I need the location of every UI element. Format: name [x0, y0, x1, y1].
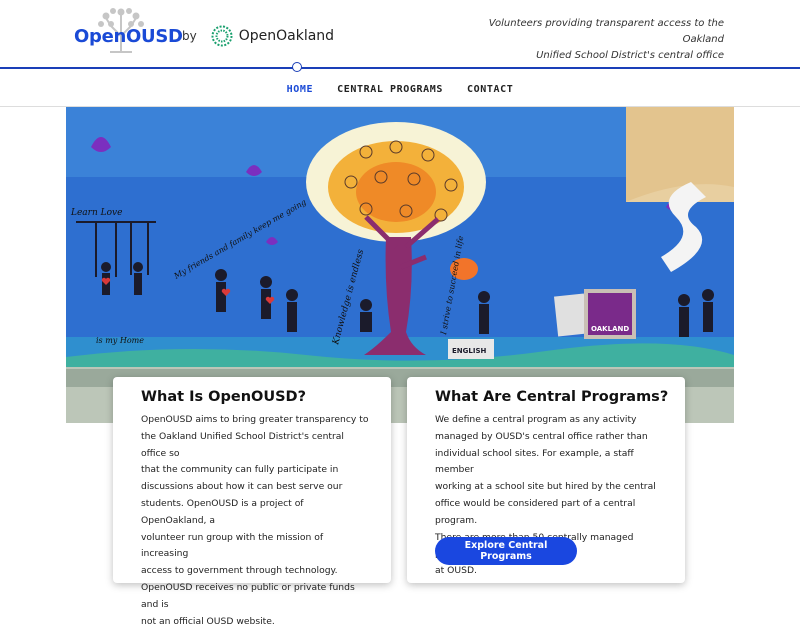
nav-home[interactable]: HOME — [287, 84, 313, 95]
logo-text: OpenOUSD — [74, 26, 183, 47]
tagline-line-1: Volunteers providing transparent access … — [488, 18, 724, 45]
openoakland-logo[interactable]: OpenOakland — [211, 25, 334, 47]
mural-text-english: ENGLISH — [452, 347, 486, 355]
nav-central-programs[interactable]: CENTRAL PROGRAMS — [337, 84, 443, 95]
nav-contact[interactable]: CONTACT — [467, 84, 513, 95]
card-title: What Are Central Programs? — [435, 389, 669, 405]
mural-text-oakland: OAKLAND — [591, 325, 629, 333]
tagline: Volunteers providing transparent access … — [454, 16, 724, 64]
mural-illustration: Learn Love My friends and family keep me… — [66, 107, 734, 423]
hero-mural-image: Learn Love My friends and family keep me… — [66, 107, 734, 423]
openousd-logo[interactable]: OpenOUSD — [74, 6, 183, 62]
mural-text-home: is my Home — [96, 336, 144, 345]
openoakland-label: OpenOakland — [238, 28, 335, 44]
card-body: OpenOUSD aims to bring greater transpare… — [141, 414, 369, 627]
divider-dot-icon — [292, 62, 302, 72]
card-title: What Is OpenOUSD? — [141, 389, 307, 405]
tagline-line-2: Unified School District's central office — [536, 50, 724, 61]
header-divider — [0, 67, 800, 69]
openoakland-icon — [211, 25, 233, 47]
card-what-is-openousd: What Is OpenOUSD? OpenOUSD aims to bring… — [113, 377, 391, 627]
mural-text-learn-love: Learn Love — [70, 208, 122, 218]
card-central-programs: What Are Central Programs? We define a c… — [407, 377, 685, 583]
main-nav: HOME CENTRAL PROGRAMS CONTACT — [0, 72, 800, 107]
explore-central-programs-button[interactable]: Explore Central Programs — [435, 537, 577, 565]
site-header: OpenOUSD by OpenOakland Volunteers provi… — [0, 0, 800, 68]
by-label: by — [182, 29, 197, 43]
logo-area: OpenOUSD by OpenOakland — [74, 6, 334, 62]
